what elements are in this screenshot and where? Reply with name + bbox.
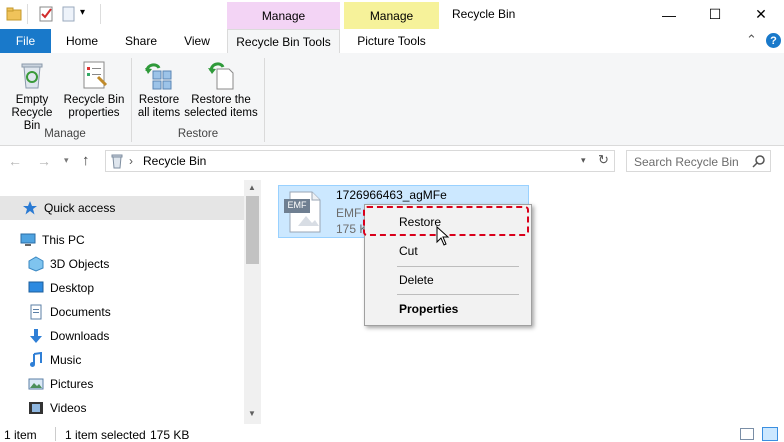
menu-separator <box>397 266 519 267</box>
breadcrumb-separator[interactable]: › <box>129 154 133 168</box>
file-type: EMF <box>336 206 362 220</box>
up-arrow-icon[interactable]: ↑ <box>82 152 90 169</box>
nav-music[interactable]: Music <box>0 348 244 372</box>
folder-icon[interactable] <box>6 6 22 22</box>
toolbar-divider <box>100 4 101 24</box>
nav-pictures[interactable]: Pictures <box>0 372 244 396</box>
menu-separator <box>397 294 519 295</box>
group-label-restore: Restore <box>177 128 219 140</box>
pictures-icon <box>28 376 44 392</box>
recycle-bin-small-icon <box>109 153 125 169</box>
tab-view[interactable]: View <box>172 29 222 53</box>
maximize-button[interactable]: ☐ <box>692 0 738 29</box>
documents-icon <box>28 304 44 320</box>
nav-item-label: Documents <box>50 305 111 319</box>
menu-item-properties-label: Properties <box>399 302 459 316</box>
group-divider <box>264 58 265 142</box>
tab-file[interactable]: File <box>0 29 51 53</box>
large-icons-view-icon[interactable] <box>762 427 778 441</box>
star-icon <box>22 200 38 216</box>
tab-share[interactable]: Share <box>116 29 166 53</box>
status-selected-size: 175 KB <box>150 428 190 442</box>
nav-3d-objects[interactable]: 3D Objects <box>0 252 244 276</box>
toolbar-divider <box>27 4 28 24</box>
new-folder-icon[interactable] <box>61 6 77 22</box>
properties-icon <box>78 59 110 91</box>
recycle-bin-properties-label-2: properties <box>68 107 120 119</box>
properties-check-icon[interactable] <box>38 6 54 22</box>
help-icon[interactable]: ? <box>766 33 781 48</box>
tab-recycle-bin-tools[interactable]: Recycle Bin Tools <box>227 29 340 54</box>
group-label-manage: Manage <box>44 128 86 140</box>
status-item-count: 1 item <box>4 428 37 442</box>
contextual-tab-manage-picture: Manage <box>344 2 439 29</box>
forward-arrow-icon[interactable]: → <box>37 153 51 169</box>
film-strip-icon <box>28 400 44 416</box>
restore-all-icon <box>143 59 175 91</box>
scroll-up-arrow-icon[interactable]: ▲ <box>248 183 256 192</box>
contextual-tab-manage-recycle: Manage <box>227 2 340 29</box>
status-selected: 1 item selected <box>65 428 146 442</box>
collapse-ribbon-icon[interactable]: ⌃ <box>746 32 757 48</box>
tab-home[interactable]: Home <box>56 29 108 53</box>
recycle-bin-properties-button[interactable]: Recycle Bin properties <box>62 59 126 120</box>
search-icon[interactable] <box>752 154 766 168</box>
window-title: Recycle Bin <box>452 7 516 21</box>
nav-videos[interactable]: Videos <box>0 396 244 420</box>
minimize-button[interactable]: — <box>646 0 692 29</box>
nav-scrollbar-thumb[interactable] <box>246 196 259 264</box>
menu-item-delete[interactable]: Delete <box>365 269 531 291</box>
nav-this-pc-label: This PC <box>42 233 85 247</box>
nav-item-label: Desktop <box>50 281 95 295</box>
restore-all-label-2: all items <box>137 107 181 119</box>
nav-desktop[interactable]: Desktop <box>0 276 244 300</box>
tab-picture-tools[interactable]: Picture Tools <box>344 29 439 53</box>
search-input[interactable]: Search Recycle Bin <box>634 155 739 169</box>
details-view-icon[interactable] <box>740 428 754 440</box>
empty-recycle-bin-button[interactable]: Empty Recycle Bin <box>2 59 62 133</box>
scroll-down-arrow-icon[interactable]: ▼ <box>248 409 256 418</box>
emf-thumb-label: EMF <box>287 200 307 210</box>
status-divider <box>55 427 56 441</box>
nav-item-label: Downloads <box>50 329 110 343</box>
emf-file-icon <box>284 190 324 234</box>
refresh-icon[interactable]: ↻ <box>598 152 609 168</box>
restore-selected-icon <box>205 59 237 91</box>
mouse-cursor-icon <box>436 225 450 246</box>
customize-toolbar-dropdown[interactable]: ▾ <box>80 7 85 18</box>
recycle-bin-properties-label-1: Recycle Bin <box>63 94 125 106</box>
menu-item-cut-label: Cut <box>399 244 418 258</box>
restore-all-items-button[interactable]: Restore all items <box>134 59 184 120</box>
computer-icon <box>20 232 36 248</box>
file-name[interactable]: 1726966463_agMFe <box>336 188 447 202</box>
nav-item-label: Music <box>50 353 82 367</box>
nav-quick-access[interactable]: Quick access <box>0 196 244 220</box>
cube-icon <box>28 256 44 272</box>
nav-quick-access-label: Quick access <box>44 201 116 215</box>
empty-recycle-bin-label-1: Empty <box>15 94 49 106</box>
nav-item-label: Videos <box>50 401 87 415</box>
close-button[interactable]: ✕ <box>738 0 784 29</box>
breadcrumb-recycle-bin[interactable]: Recycle Bin <box>143 154 206 168</box>
back-arrow-icon[interactable]: ← <box>8 153 22 169</box>
recent-locations-chevron-icon[interactable]: ▾ <box>64 155 69 166</box>
nav-item-label: Pictures <box>50 377 94 391</box>
nav-documents[interactable]: Documents <box>0 300 244 324</box>
restore-all-label-1: Restore <box>138 94 180 106</box>
menu-item-properties[interactable]: Properties <box>365 298 531 320</box>
nav-item-label: 3D Objects <box>50 257 110 271</box>
download-arrow-icon <box>28 328 44 344</box>
desktop-icon <box>28 280 44 296</box>
restore-selected-items-button[interactable]: Restore the selected items <box>184 59 258 120</box>
recycle-bin-icon <box>16 59 48 91</box>
address-dropdown-icon[interactable]: ▾ <box>581 155 586 166</box>
nav-this-pc[interactable]: This PC <box>0 228 244 252</box>
menu-item-delete-label: Delete <box>399 273 434 287</box>
nav-downloads[interactable]: Downloads <box>0 324 244 348</box>
restore-selected-label-1: Restore the <box>191 94 251 106</box>
music-note-icon <box>28 351 44 368</box>
restore-selected-label-2: selected items <box>184 107 258 119</box>
